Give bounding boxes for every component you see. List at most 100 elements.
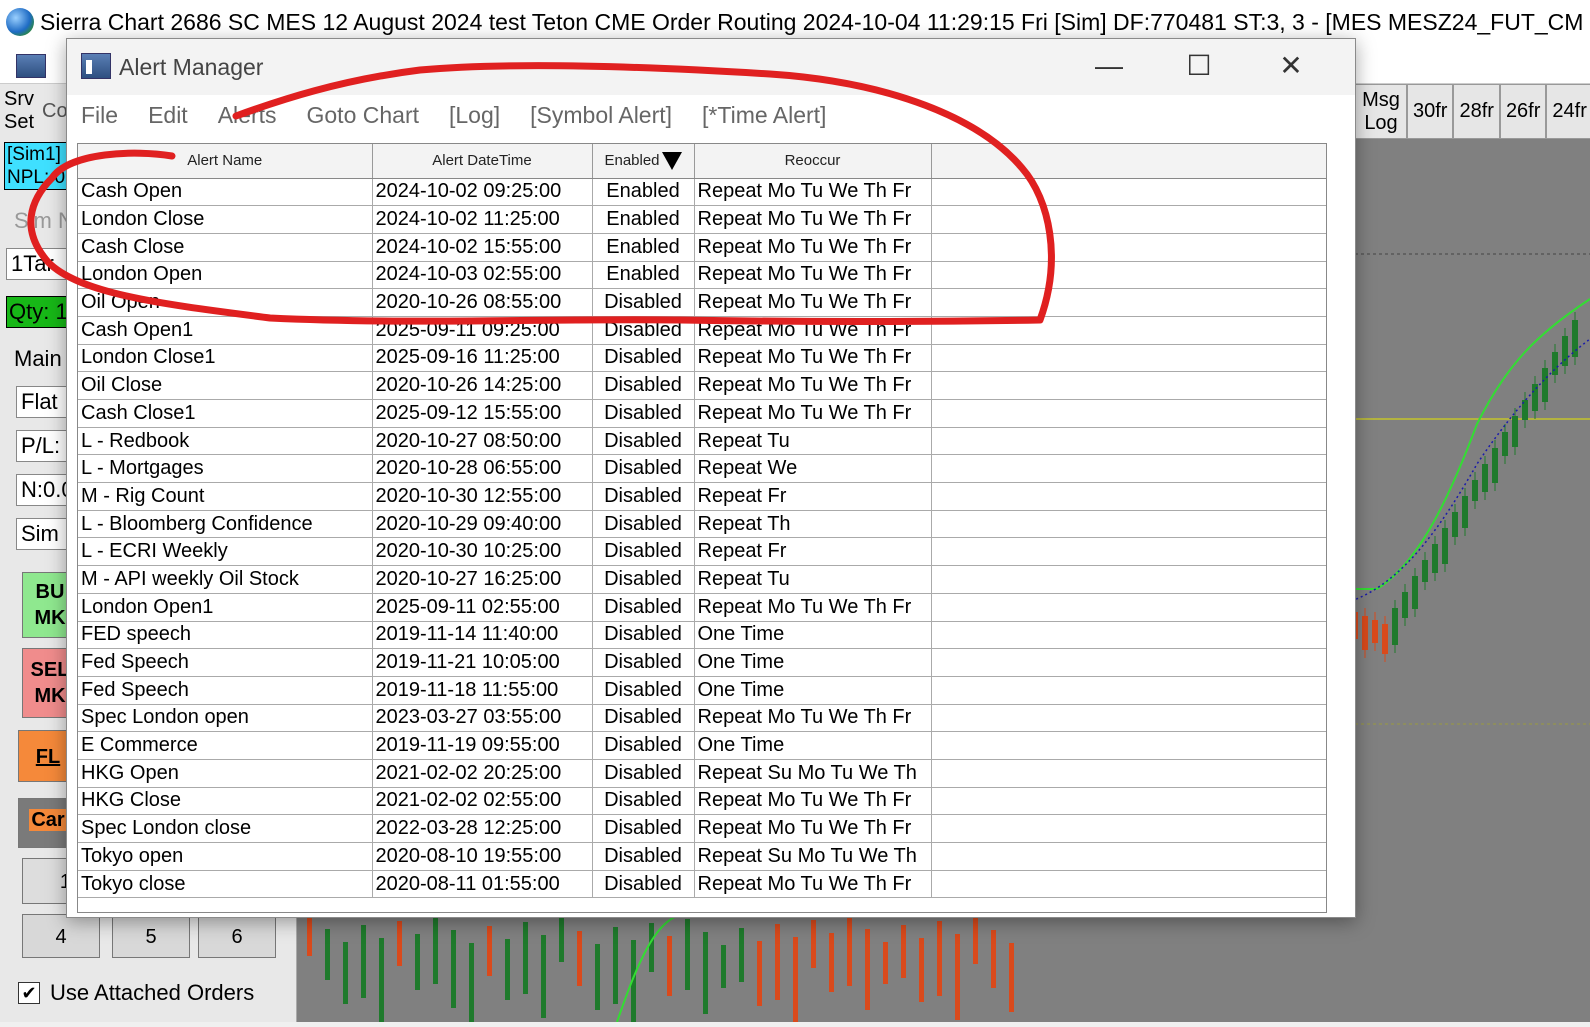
alert-datetime-cell: 2024-10-02 09:25:00: [372, 178, 593, 207]
table-row[interactable]: Cash Open1 2025-09-11 09:25:00 Disabled Rep…: [78, 316, 1326, 345]
chart-button-26fr[interactable]: 26fr: [1499, 84, 1547, 139]
chart-button-msg-log[interactable]: Msg Log: [1355, 84, 1407, 139]
menu-item-goto-chart[interactable]: Goto Chart: [307, 102, 420, 129]
menu-item-file[interactable]: File: [81, 102, 118, 129]
table-row[interactable]: London Close1 2025-09-16 11:25:00 Disabled…: [78, 344, 1326, 373]
table-row[interactable]: Cash Close1 2025-09-12 15:55:00 Disabled Re…: [78, 399, 1326, 428]
table-row[interactable]: E Commerce 2019-11-19 09:55:00 Disabled One…: [78, 731, 1326, 760]
alert-name-cell: Tokyo close: [78, 870, 373, 899]
candle: [811, 920, 816, 968]
candle: [1552, 352, 1558, 375]
reoccur-cell: Repeat Su Mo Tu We Th: [694, 842, 932, 871]
table-row[interactable]: M - API weekly Oil Stock 2020-10-27 16:25…: [78, 565, 1326, 594]
table-row[interactable]: L - Bloomberg Confidence 2020-10-29 09:40…: [78, 510, 1326, 539]
candle: [559, 918, 564, 962]
co-label: Co: [42, 100, 68, 122]
alert-manager-dialog: Alert Manager — ☐ ✕ File Edit Alerts Goto C…: [66, 38, 1356, 918]
table-row[interactable]: Spec London open 2023-03-27 03:55:00 Disab…: [78, 704, 1326, 733]
menu-item-alerts[interactable]: Alerts: [218, 102, 277, 129]
enabled-cell: Enabled: [592, 233, 695, 262]
table-row[interactable]: Oil Open 2020-10-26 08:55:00 Disabled Repea…: [78, 288, 1326, 317]
table-row[interactable]: Spec London close 2022-03-28 12:25:00 Disa…: [78, 814, 1326, 843]
candle: [1382, 624, 1388, 654]
alert-name-cell: L - Redbook: [78, 427, 373, 456]
table-row[interactable]: HKG Open 2021-02-02 20:25:00 Disabled Repea…: [78, 759, 1326, 788]
alert-datetime-cell: 2023-03-27 03:55:00: [372, 704, 593, 733]
candle: [649, 923, 654, 972]
table-row[interactable]: HKG Close 2021-02-02 02:55:00 Disabled Repe…: [78, 787, 1326, 816]
num-button-4[interactable]: 4: [22, 914, 100, 958]
alert-datetime-cell: 2025-09-11 09:25:00: [372, 316, 593, 345]
table-row[interactable]: Fed Speech 2019-11-21 10:05:00 Disabled One…: [78, 648, 1326, 677]
chart-button-30fr[interactable]: 30fr: [1407, 84, 1454, 139]
use-attached-checkbox[interactable]: ✔: [18, 982, 40, 1004]
alert-datetime-cell: 2020-08-11 01:55:00: [372, 870, 593, 899]
globe-icon: [6, 8, 34, 36]
candle: [379, 938, 384, 1022]
table-header: Alert Name Alert DateTime Enabled Reoccur: [78, 144, 1326, 179]
table-row[interactable]: London Open1 2025-09-11 02:55:00 Disabled R…: [78, 593, 1326, 622]
table-row[interactable]: Cash Open 2024-10-02 09:25:00 Enabled Repea…: [78, 178, 1326, 207]
column-header-reoccur[interactable]: Reoccur: [694, 144, 932, 179]
table-row[interactable]: FED speech 2019-11-14 11:40:00 Disabled One…: [78, 621, 1326, 650]
blank-cell: [931, 427, 1326, 456]
enabled-cell: Disabled: [592, 427, 695, 456]
chart-button-24fr[interactable]: 24fr: [1546, 84, 1590, 139]
table-row[interactable]: M - Rig Count 2020-10-30 12:55:00 Disabled…: [78, 482, 1326, 511]
candle: [793, 937, 798, 1024]
reoccur-cell: Repeat Su Mo Tu We Th: [694, 759, 932, 788]
alert-datetime-cell: 2020-10-28 06:55:00: [372, 454, 593, 484]
alert-datetime-cell: 2020-08-10 19:55:00: [372, 842, 593, 871]
table-row[interactable]: Tokyo close 2020-08-11 01:55:00 Disabled Re…: [78, 870, 1326, 899]
table-body: Cash Open 2024-10-02 09:25:00 Enabled Repea…: [78, 178, 1326, 899]
column-header-enabled[interactable]: Enabled: [592, 144, 695, 179]
enabled-cell: Enabled: [592, 205, 695, 234]
srv-set-button[interactable]: Srv Set: [4, 88, 34, 134]
candle: [613, 927, 618, 1004]
num-button-5[interactable]: 5: [112, 914, 190, 958]
column-header-alert-name[interactable]: Alert Name: [78, 144, 373, 179]
enabled-cell: Disabled: [592, 288, 695, 317]
alert-datetime-cell: 2024-10-02 11:25:00: [372, 205, 593, 234]
alert-table[interactable]: Alert Name Alert DateTime Enabled Reoccur C…: [77, 143, 1327, 913]
menu-item-time-alert[interactable]: [*Time Alert]: [702, 102, 826, 129]
table-row[interactable]: Fed Speech 2019-11-18 11:55:00 Disabled One…: [78, 676, 1326, 705]
table-row[interactable]: L - ECRI Weekly 2020-10-30 10:25:00 Disabl…: [78, 537, 1326, 567]
column-header-alert-datetime[interactable]: Alert DateTime: [372, 144, 593, 179]
candle: [739, 928, 744, 982]
moving-average-line: [1342, 298, 1590, 590]
num-button-6[interactable]: 6: [198, 914, 276, 958]
blank-cell: [931, 344, 1326, 373]
menu-item-edit[interactable]: Edit: [148, 102, 188, 129]
table-row[interactable]: Tokyo open 2020-08-10 19:55:00 Disabled Rep…: [78, 842, 1326, 871]
candle: [523, 922, 528, 994]
column-header-label: Enabled: [604, 151, 660, 169]
alert-name-cell: London Open1: [78, 593, 373, 622]
minimize-button[interactable]: —: [1087, 49, 1131, 83]
enabled-cell: Disabled: [592, 399, 695, 428]
table-row[interactable]: Cash Close 2024-10-02 15:55:00 Enabled Repe…: [78, 233, 1326, 262]
alert-datetime-cell: 2020-10-30 10:25:00: [372, 537, 593, 567]
srv-set-label-2: Set: [4, 111, 35, 133]
close-button[interactable]: ✕: [1269, 49, 1313, 83]
table-row[interactable]: Oil Close 2020-10-26 14:25:00 Disabled Repe…: [78, 371, 1326, 400]
enabled-cell: Disabled: [592, 648, 695, 677]
table-row[interactable]: L - Mortgages 2020-10-28 06:55:00 Disabled…: [78, 454, 1326, 484]
maximize-button[interactable]: ☐: [1177, 49, 1221, 83]
dialog-title: Alert Manager: [119, 54, 264, 80]
alert-name-cell: M - Rig Count: [78, 482, 373, 511]
candle: [1462, 496, 1468, 528]
candle: [991, 930, 996, 988]
reoccur-cell: Repeat Tu: [694, 427, 932, 456]
column-header-label: Alert DateTime: [432, 152, 532, 170]
chart-button-28fr[interactable]: 28fr: [1453, 84, 1500, 139]
alert-name-cell: Cash Close: [78, 233, 373, 262]
menu-item-symbol-alert[interactable]: [Symbol Alert]: [530, 102, 672, 129]
app-menu-icon[interactable]: [16, 54, 46, 78]
table-row[interactable]: L - Redbook 2020-10-27 08:50:00 Disabled Re…: [78, 427, 1326, 456]
candle: [1492, 448, 1498, 483]
table-row[interactable]: London Close 2024-10-02 11:25:00 Enabled Re…: [78, 205, 1326, 234]
menu-item-log[interactable]: [Log]: [449, 102, 500, 129]
table-row[interactable]: London Open 2024-10-03 02:55:00 Enabled Rep…: [78, 261, 1326, 290]
dialog-titlebar[interactable]: Alert Manager — ☐ ✕: [67, 39, 1355, 95]
